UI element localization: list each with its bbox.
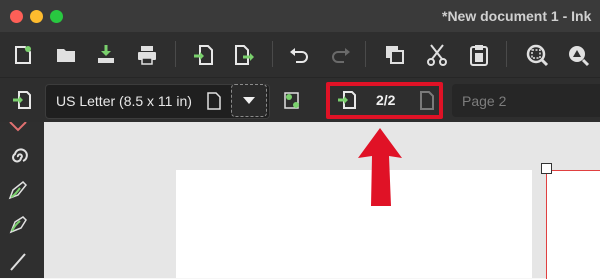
close-window-button[interactable] (10, 10, 23, 23)
redo-icon[interactable] (330, 45, 352, 65)
paper-size-label: US Letter (8.5 x 11 in) (56, 93, 192, 109)
new-document-icon[interactable] (12, 44, 34, 66)
save-icon[interactable] (95, 43, 117, 67)
chevron-down-icon (243, 97, 255, 104)
import-icon[interactable] (192, 43, 216, 67)
print-icon[interactable] (136, 44, 158, 66)
resize-page-to-drawing-icon[interactable] (281, 89, 303, 111)
add-page-icon[interactable] (10, 88, 34, 112)
maximize-window-button[interactable] (50, 10, 63, 23)
pen-tool-icon[interactable] (7, 214, 29, 236)
calligraphy-tool-icon[interactable] (7, 250, 29, 272)
portrait-orientation-icon[interactable] (207, 92, 221, 110)
page-label-field[interactable] (452, 84, 600, 117)
zoom-selection-icon[interactable] (525, 43, 549, 67)
paste-icon[interactable] (468, 43, 490, 67)
page-navigation-highlight (326, 82, 443, 119)
window-title: *New document 1 - Ink (442, 8, 592, 24)
open-folder-icon[interactable] (55, 45, 77, 65)
page-corner-handle[interactable] (541, 163, 552, 174)
toolbar-separator (175, 41, 176, 67)
paper-size-dropdown-button[interactable] (231, 84, 267, 117)
toolbar-separator (506, 41, 507, 67)
duplicate-icon[interactable] (384, 44, 406, 66)
export-icon[interactable] (233, 43, 257, 67)
tools-sidebar (0, 122, 44, 278)
undo-icon[interactable] (288, 45, 310, 65)
pencil-tool-icon[interactable] (7, 179, 29, 201)
page-2 (546, 170, 600, 279)
page-1 (176, 170, 532, 278)
annotation-arrow (358, 128, 402, 206)
zoom-drawing-icon[interactable] (566, 43, 590, 67)
toolbar-separator (365, 41, 366, 67)
title-bar: *New document 1 - Ink (0, 0, 600, 32)
page-label-input[interactable] (460, 90, 598, 112)
spiral-tool-icon[interactable] (8, 147, 28, 167)
cut-icon[interactable] (426, 43, 448, 67)
star-tool-icon[interactable] (8, 122, 28, 132)
minimize-window-button[interactable] (30, 10, 43, 23)
toolbar-separator (272, 41, 273, 67)
